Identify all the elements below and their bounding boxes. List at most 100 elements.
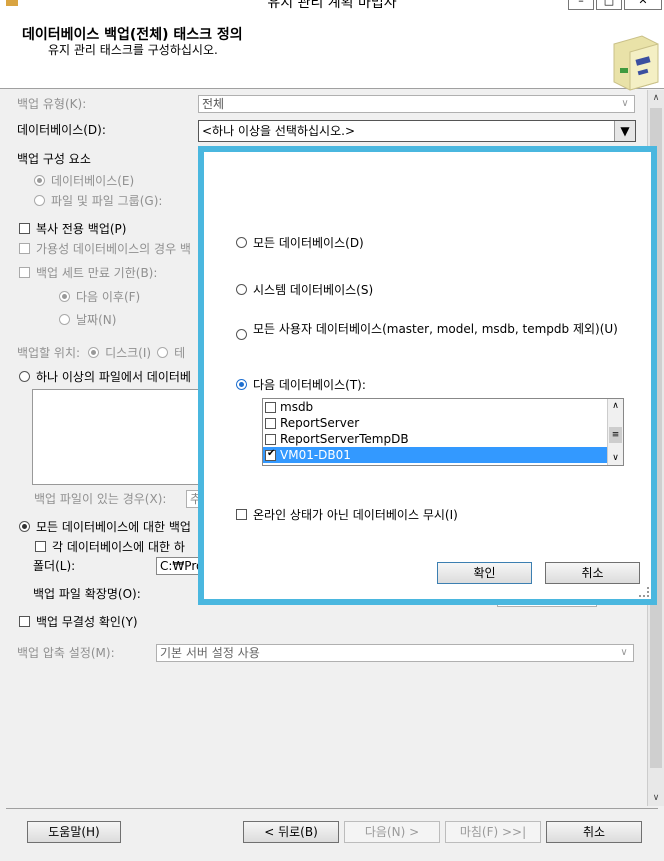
ok-button[interactable]: 확인	[437, 562, 532, 584]
dropdown-arrow-icon[interactable]: ▼	[614, 121, 635, 141]
app-icon	[6, 0, 18, 6]
backup-to-label: 백업할 위치:	[17, 346, 81, 360]
resize-grip-icon[interactable]	[639, 587, 649, 597]
disk-label: 디스크(I)	[105, 346, 152, 360]
window-title: 유지 관리 계획 마법사	[267, 0, 397, 10]
next-button[interactable]: 다음(N) >	[344, 821, 440, 843]
expire-date-radio[interactable]: 날짜(N)	[59, 311, 116, 328]
option-all-label: 모든 데이터베이스(D)	[253, 236, 364, 250]
database-selection-popup: 모든 데이터베이스(D) 시스템 데이터베이스(S) 모든 사용자 데이터베이스…	[198, 146, 657, 605]
popup-cancel-button[interactable]: 취소	[545, 562, 640, 584]
scroll-thumb[interactable]: ≡	[609, 427, 622, 443]
radio-icon	[236, 379, 247, 390]
list-item[interactable]: msdb	[263, 399, 623, 415]
copy-only-checkbox[interactable]: 복사 전용 백업(P)	[19, 220, 126, 237]
list-item[interactable]: ReportServerTempDB	[263, 431, 623, 447]
folder-value: C:₩Pro	[160, 559, 200, 573]
tape-radio[interactable]	[157, 347, 169, 358]
backup-to-row: 백업할 위치: 디스크(I) 테	[17, 344, 185, 361]
database-name: ReportServerTempDB	[280, 432, 409, 446]
backup-type-label: 백업 유형(K):	[17, 97, 87, 111]
expire-date-label: 날짜(N)	[76, 313, 117, 327]
database-select[interactable]: <하나 이상을 선택하십시오.> ▼	[198, 120, 636, 142]
close-button[interactable]: ✕	[624, 0, 662, 10]
footer-divider	[6, 808, 658, 809]
ignore-offline-label: 온라인 상태가 아닌 데이터베이스 무시(I)	[253, 508, 458, 522]
per-db-subdir-checkbox[interactable]: 각 데이터베이스에 대한 하	[35, 538, 185, 555]
checkbox-icon	[236, 509, 247, 520]
compression-value: 기본 서버 설정 사용	[160, 646, 260, 660]
database-value: <하나 이상을 선택하십시오.>	[202, 124, 355, 138]
list-item-selected[interactable]: ✔ VM01-DB01	[263, 447, 623, 463]
radio-icon	[19, 371, 30, 382]
database-list[interactable]: msdb ReportServer ReportServerTempDB ✔ VM…	[262, 398, 624, 466]
component-database-label: 데이터베이스(E)	[51, 174, 135, 188]
chevron-down-icon: ∨	[620, 647, 628, 658]
per-db-files-label: 모든 데이터베이스에 대한 백업	[36, 520, 191, 534]
checkbox-icon	[35, 541, 46, 552]
checkbox-icon[interactable]	[265, 401, 276, 413]
per-db-subdir-label: 각 데이터베이스에 대한 하	[52, 540, 185, 554]
finish-button[interactable]: 마침(F) >>|	[445, 821, 541, 843]
tape-label: 테	[174, 346, 186, 360]
component-files-radio[interactable]: 파일 및 파일 그룹(G):	[34, 192, 162, 209]
option-these-label: 다음 데이터베이스(T):	[253, 378, 366, 392]
scroll-down-icon[interactable]: ∨	[650, 792, 662, 804]
option-system-databases[interactable]: 시스템 데이터베이스(S)	[236, 281, 373, 298]
component-database-radio[interactable]: 데이터베이스(E)	[34, 172, 134, 189]
list-item[interactable]: ReportServer	[263, 415, 623, 431]
per-db-files-radio[interactable]: 모든 데이터베이스에 대한 백업	[19, 518, 191, 535]
option-system-label: 시스템 데이터베이스(S)	[253, 283, 374, 297]
checkbox-icon[interactable]	[265, 417, 276, 429]
list-scrollbar[interactable]: ∧ ≡ ∨	[607, 399, 623, 465]
backup-type-select[interactable]: 전체 ∨	[198, 95, 635, 113]
backup-files-list[interactable]	[32, 389, 202, 485]
database-name: VM01-DB01	[280, 448, 351, 462]
page-subtitle: 유지 관리 태스크를 구성하십시오.	[48, 43, 218, 57]
compression-label: 백업 압축 설정(M):	[17, 646, 115, 660]
checkbox-icon	[19, 267, 30, 278]
radio-icon	[59, 291, 70, 302]
expire-label: 백업 세트 만료 기한(B):	[36, 266, 158, 280]
wizard-header: 데이터베이스 백업(전체) 태스크 정의 유지 관리 태스크를 구성하십시오.	[0, 10, 664, 91]
availability-db-checkbox[interactable]: 가용성 데이터베이스의 경우 백	[19, 240, 191, 257]
copy-only-label: 복사 전용 백업(P)	[36, 222, 127, 236]
expire-checkbox[interactable]: 백업 세트 만료 기한(B):	[19, 264, 157, 281]
ignore-offline-checkbox[interactable]: 온라인 상태가 아닌 데이터베이스 무시(I)	[236, 506, 458, 523]
scroll-up-icon[interactable]: ∧	[650, 92, 662, 104]
chevron-down-icon: ∨	[621, 98, 629, 109]
database-name: msdb	[280, 400, 314, 414]
help-button[interactable]: 도움말(H)	[27, 821, 121, 843]
compression-select[interactable]: 기본 서버 설정 사용 ∨	[156, 644, 634, 662]
scroll-up-icon[interactable]: ∧	[608, 399, 623, 413]
minimize-button[interactable]: –	[568, 0, 594, 10]
one-or-more-files-radio[interactable]: 하나 이상의 파일에서 데이터베	[19, 368, 191, 385]
database-name: ReportServer	[280, 416, 360, 430]
option-all-databases[interactable]: 모든 데이터베이스(D)	[236, 234, 364, 251]
maximize-button[interactable]: □	[596, 0, 622, 10]
expire-after-radio[interactable]: 다음 이후(F)	[59, 288, 140, 305]
wizard-graphic-icon	[613, 35, 659, 91]
one-or-more-files-label: 하나 이상의 파일에서 데이터베	[36, 370, 191, 384]
folder-input[interactable]: C:₩Pro	[156, 557, 200, 575]
scroll-down-icon[interactable]: ∨	[608, 451, 623, 465]
cancel-button[interactable]: 취소	[546, 821, 642, 843]
if-backup-exists-text: 백업 파일이 있는 경우(X):	[34, 492, 167, 506]
backup-component-label: 백업 구성 요소	[17, 152, 91, 166]
database-label: 데이터베이스(D):	[17, 123, 106, 137]
radio-icon	[236, 237, 247, 248]
verify-integrity-checkbox[interactable]: 백업 무결성 확인(Y)	[19, 613, 138, 630]
verify-integrity-label: 백업 무결성 확인(Y)	[36, 615, 138, 629]
checkbox-icon	[19, 616, 30, 627]
back-button[interactable]: < 뒤로(B)	[243, 821, 339, 843]
radio-icon	[34, 195, 45, 206]
checkbox-icon[interactable]	[265, 433, 276, 445]
checkmark-icon[interactable]: ✔	[265, 448, 276, 461]
radio-icon	[59, 314, 70, 325]
option-these-databases[interactable]: 다음 데이터베이스(T):	[236, 376, 366, 393]
option-user-databases[interactable]: 모든 사용자 데이터베이스(master, model, msdb, tempd…	[236, 323, 626, 340]
disk-radio[interactable]	[88, 347, 100, 358]
radio-icon	[236, 284, 247, 295]
component-files-label: 파일 및 파일 그룹(G):	[51, 194, 163, 208]
title-bar: 유지 관리 계획 마법사 – □ ✕	[0, 0, 664, 10]
